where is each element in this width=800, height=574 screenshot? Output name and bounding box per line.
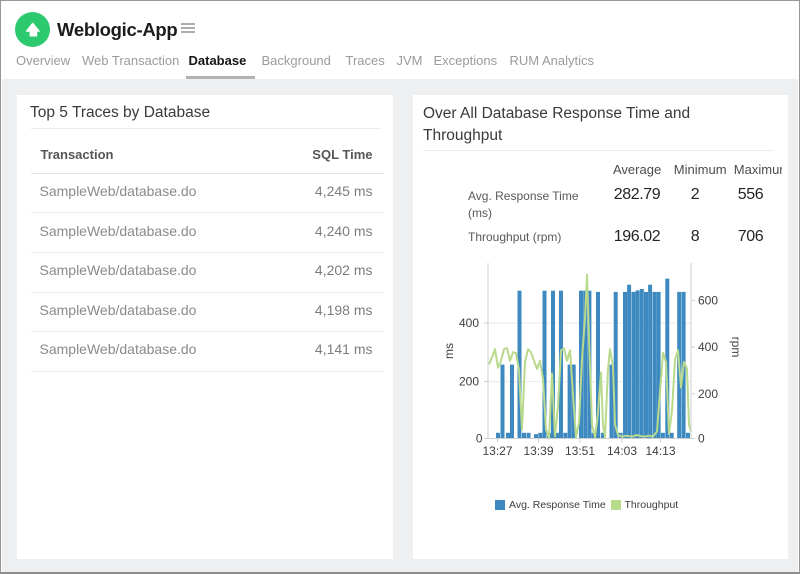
svg-text:400: 400	[698, 340, 718, 354]
svg-text:200: 200	[698, 387, 718, 401]
svg-text:400: 400	[459, 316, 479, 330]
svg-text:rpm: rpm	[729, 337, 743, 358]
svg-text:13:27: 13:27	[482, 444, 512, 458]
svg-text:13:51: 13:51	[565, 444, 595, 458]
svg-text:ms: ms	[442, 343, 456, 359]
svg-text:200: 200	[459, 375, 479, 389]
svg-text:0: 0	[698, 432, 705, 446]
svg-text:13:39: 13:39	[523, 444, 553, 458]
svg-text:14:03: 14:03	[607, 444, 637, 458]
svg-text:14:13: 14:13	[645, 444, 675, 458]
svg-text:600: 600	[698, 294, 718, 308]
